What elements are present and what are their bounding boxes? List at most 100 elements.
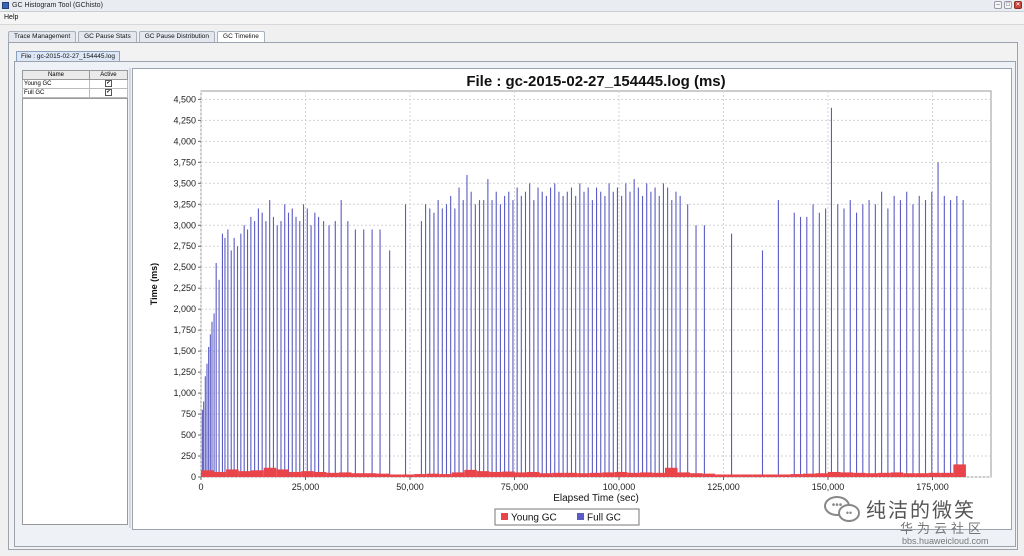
full-gc-bar [334,221,336,477]
split-pane-divider[interactable] [129,68,131,528]
series-table: Name Active Young GC ✔ Full GC ✔ [22,70,129,98]
full-gc-bar [246,229,249,477]
young-gc-bar [514,472,528,477]
full-gc-bar [912,204,914,478]
full-gc-bar [261,212,263,477]
young-gc-bar [727,474,741,477]
full-gc-bar [429,208,431,477]
full-gc-bar [812,204,814,478]
x-axis: 0 25,000 50,000 75,000 100,000 125,000 150,000… [198,477,949,492]
full-gc-bar [616,187,618,477]
full-gc-bar [265,221,267,477]
full-gc-bar [227,229,229,477]
full-gc-bar [633,179,635,477]
tab-gc-pause-distribution[interactable]: GC Pause Distribution [138,31,216,42]
full-gc-bar [799,216,802,477]
full-gc-bar [695,225,697,477]
full-gc-bar [224,237,226,477]
tab-gc-pause-stats[interactable]: GC Pause Stats [78,31,137,42]
close-button[interactable]: ✕ [1014,1,1022,9]
y-tick-label: 3,500 [173,178,196,188]
table-row[interactable]: Full GC ✔ [22,88,129,98]
window-title: GC Histogram Tool (GChisto) [12,2,103,9]
young-gc-bar [201,470,214,477]
table-row[interactable]: Young GC ✔ [22,79,129,89]
young-gc-bar [928,472,941,477]
young-gc-bar [213,471,227,477]
full-gc-bar [204,376,206,477]
full-gc-bar [608,183,610,477]
young-gc-bar [853,472,866,477]
active-checkbox-young-gc[interactable]: ✔ [104,80,112,88]
y-tick-label: 0 [191,472,196,482]
full-gc-bar [466,174,468,478]
young-gc-bar [690,473,703,477]
full-gc-bar [420,221,422,477]
minimize-button[interactable]: – [994,1,1002,9]
young-gc-bar [752,474,766,477]
series-name: Full GC [22,88,90,98]
young-gc-bar [953,464,966,477]
chart-title: File : gc-2015-02-27_154445.log (ms) [466,73,725,90]
full-gc-bar [211,321,213,477]
legend-swatch-young-gc [501,513,508,520]
y-tick-label: 3,750 [173,157,196,167]
full-gc-bar [269,200,271,477]
young-gc-bar [263,467,277,477]
full-gc-bar [371,229,373,477]
tab-gc-timeline[interactable]: GC Timeline [217,31,265,42]
full-gc-bar [629,191,631,477]
full-gc-bar [806,216,808,477]
watermark: ••• •• 纯洁的微笑 华为云社区 bbs.huaweicloud.com [820,494,1024,556]
full-gc-bar [454,208,456,477]
x-tick-label: 100,000 [603,482,636,492]
tab-trace-management[interactable]: Trace Management [8,31,77,42]
full-gc-bar [533,200,535,477]
y-tick-label: 4,500 [173,94,196,104]
full-gc-bar [570,187,573,477]
full-gc-bar [621,195,623,477]
y-tick-label: 4,250 [173,115,196,125]
full-gc-bar [206,363,208,477]
full-gc-bar [554,183,556,477]
x-tick-label: 75,000 [501,482,529,492]
young-gc-bar [527,471,540,477]
young-gc-bar [627,472,640,477]
full-gc-bar [218,279,220,477]
full-gc-bar [295,216,297,477]
full-gc-bar [215,263,217,477]
full-gc-bar [508,191,510,477]
full-gc-bar [203,401,205,477]
full-gc-bar [478,200,481,477]
column-header-name[interactable]: Name [22,70,90,80]
full-gc-bar [641,195,644,477]
young-gc-bar [677,472,691,477]
young-gc-bar [840,472,854,477]
full-gc-bar [862,204,864,478]
full-gc-bar [243,225,245,477]
full-gc-bar [529,183,531,477]
full-gc-bar [843,208,845,477]
full-gc-bar [209,334,211,477]
full-gc-bar [483,200,485,477]
y-tick-label: 250 [181,451,196,461]
young-gc-bar [326,472,339,477]
full-gc-bar [516,187,518,477]
full-gc-bar [445,204,448,478]
full-gc-bar [893,195,895,477]
full-gc-bar [591,200,593,477]
full-gc-bar [221,233,223,477]
full-gc-bar [956,195,958,477]
full-gc-bar [208,346,210,477]
column-header-active[interactable]: Active [88,70,129,80]
full-gc-bar [541,191,543,477]
title-bar: GC Histogram Tool (GChisto) – □ ✕ [0,0,1024,12]
active-checkbox-full-gc[interactable]: ✔ [104,89,112,97]
tab-file[interactable]: File : gc-2015-02-27_154445.log [16,51,120,61]
full-gc-bar [550,187,552,477]
maximize-button[interactable]: □ [1004,1,1012,9]
young-gc-bar [251,470,264,477]
young-gc-bar [740,474,753,477]
full-gc-bar [318,216,320,477]
menu-help[interactable]: Help [4,12,18,24]
